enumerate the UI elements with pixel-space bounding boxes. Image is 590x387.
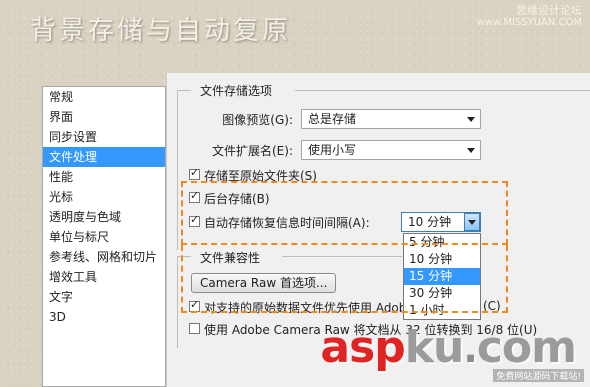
group-border-top-right [295,90,590,91]
sidebar-item-interface[interactable]: 界面 [43,107,165,127]
image-preview-label: 图像预览(G): [222,113,293,127]
chevron-down-icon [467,117,475,122]
preferences-sidebar: 常规 界面 同步设置 文件处理 性能 光标 透明度与色域 单位与标尺 参考线、网… [42,86,166,387]
check-icon: ✓ [190,166,200,179]
group-border-left [177,90,178,250]
site-watermark-label: 思缘设计论坛 [516,4,582,17]
aspku-watermark-logo: aspku.com [320,322,577,373]
sidebar-item-guides-grid-slices[interactable]: 参考线、网格和切片 [43,247,165,267]
sidebar-item-general[interactable]: 常规 [43,87,165,107]
highlight-box-compat [181,245,508,313]
sidebar-item-type[interactable]: 文字 [43,287,165,307]
group-border-top-left [177,90,191,91]
watermark-subtitle: 免费网站源码下载站! [493,369,584,382]
sidebar-item-performance[interactable]: 性能 [43,167,165,187]
file-extension-value: 使用小写 [308,143,357,157]
image-preview-value: 总是存储 [308,112,357,126]
sidebar-item-file-handling[interactable]: 文件处理 [43,147,165,167]
sidebar-item-3d[interactable]: 3D [43,307,165,327]
page-banner-title: 背景存储与自动复原 [30,16,292,46]
highlight-box-save-options [181,181,508,245]
image-preview-select[interactable]: 总是存储 [301,109,481,129]
file-save-options-title: 文件存储选项 [197,82,276,99]
sidebar-item-plugins[interactable]: 增效工具 [43,267,165,287]
sidebar-item-transparency-gamut[interactable]: 透明度与色域 [43,207,165,227]
sidebar-item-units-rulers[interactable]: 单位与标尺 [43,227,165,247]
file-extension-label: 文件扩展名(E): [212,144,293,158]
file-extension-select[interactable]: 使用小写 [301,140,481,160]
save-as-original-checkbox[interactable]: ✓ [189,166,200,180]
sidebar-item-cursors[interactable]: 光标 [43,187,165,207]
sidebar-item-sync-settings[interactable]: 同步设置 [43,127,165,147]
site-watermark-url: www.MISSYUAN.COM [476,17,582,28]
convert-32bit-checkbox[interactable] [189,323,200,334]
chevron-down-icon [467,148,475,153]
compat-group-border-left [177,256,178,348]
